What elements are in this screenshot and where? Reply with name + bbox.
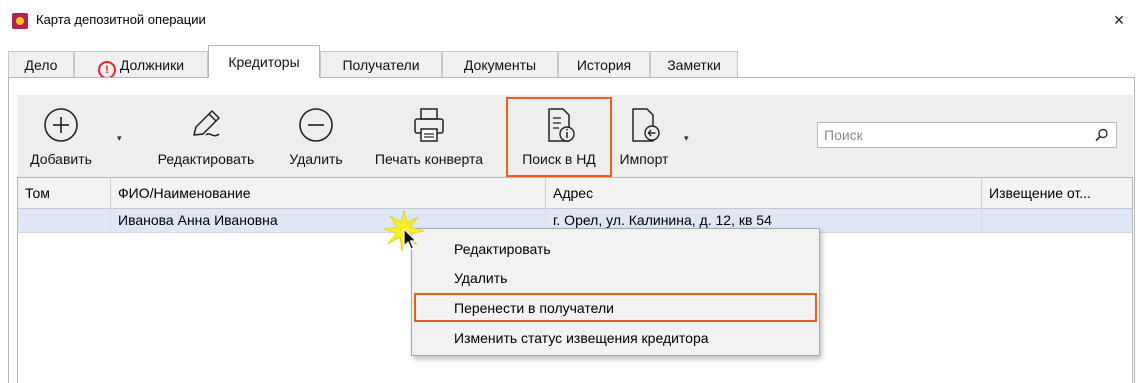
- column-header-address[interactable]: Адрес: [546, 178, 982, 208]
- tab-creditors[interactable]: Кредиторы: [208, 45, 320, 78]
- app-icon: [12, 13, 28, 29]
- tab-recipients[interactable]: Получатели: [320, 51, 442, 77]
- search-icon[interactable]: [1094, 127, 1110, 143]
- tab-documents[interactable]: Документы: [442, 51, 558, 77]
- table-cell: [18, 209, 111, 232]
- add-button[interactable]: Добавить: [17, 95, 105, 177]
- tab-label: Получатели: [342, 57, 420, 73]
- minus-circle-icon: [299, 108, 333, 142]
- printer-icon: [414, 108, 444, 142]
- table-cell: [982, 209, 1132, 232]
- tab-notes[interactable]: Заметки: [650, 51, 738, 77]
- pencil-icon: [193, 110, 220, 137]
- add-label: Добавить: [30, 151, 92, 167]
- print-envelope-button[interactable]: Печать конверта: [353, 95, 505, 177]
- move-to-recipients-highlight: [414, 293, 817, 322]
- edit-button[interactable]: Редактировать: [133, 95, 279, 177]
- mouse-cursor-icon: [383, 209, 425, 252]
- table-header: Том ФИО/Наименование Адрес Извещение от.…: [18, 178, 1132, 209]
- window-title: Карта депозитной операции: [36, 12, 206, 27]
- plus-circle-icon: [44, 108, 78, 142]
- tab-history[interactable]: История: [558, 51, 650, 77]
- menu-item-delete[interactable]: Удалить: [412, 264, 819, 292]
- search-box: [817, 122, 1117, 148]
- deposit-operation-window: Карта депозитной операции × Дело ! Должни…: [0, 0, 1141, 383]
- menu-item-edit[interactable]: Редактировать: [412, 235, 819, 263]
- import-label: Импорт: [619, 151, 669, 167]
- title-bar: Карта депозитной операции ×: [0, 0, 1141, 40]
- import-button[interactable]: Импорт: [613, 95, 675, 177]
- tab-label: Дело: [24, 57, 58, 73]
- edit-label: Редактировать: [157, 151, 255, 167]
- column-header-volume[interactable]: Том: [18, 178, 111, 208]
- menu-item-change-notice-status[interactable]: Изменить статус извещения кредитора: [412, 324, 819, 352]
- search-input[interactable]: [818, 123, 1088, 147]
- close-button[interactable]: ×: [1105, 6, 1133, 34]
- tab-debtors[interactable]: ! Должники: [74, 51, 208, 79]
- search-nd-highlight: [506, 97, 612, 177]
- tab-label: Кредиторы: [228, 54, 300, 70]
- tab-label: История: [576, 57, 632, 73]
- tab-case[interactable]: Дело: [8, 51, 74, 77]
- add-dropdown-arrow-icon[interactable]: ▾: [117, 133, 125, 143]
- tab-label: Должники: [119, 57, 185, 73]
- delete-label: Удалить: [289, 151, 343, 167]
- tab-label: Документы: [463, 57, 537, 73]
- column-header-name[interactable]: ФИО/Наименование: [111, 178, 546, 208]
- delete-button[interactable]: Удалить: [279, 95, 353, 177]
- column-header-notice[interactable]: Извещение от...: [982, 178, 1132, 208]
- print-envelope-label: Печать конверта: [374, 151, 484, 167]
- import-dropdown-arrow-icon[interactable]: ▾: [684, 133, 692, 143]
- tab-label: Заметки: [667, 57, 721, 73]
- context-menu: Редактировать Удалить Перенести в получа…: [411, 228, 820, 356]
- import-document-icon: [632, 108, 660, 142]
